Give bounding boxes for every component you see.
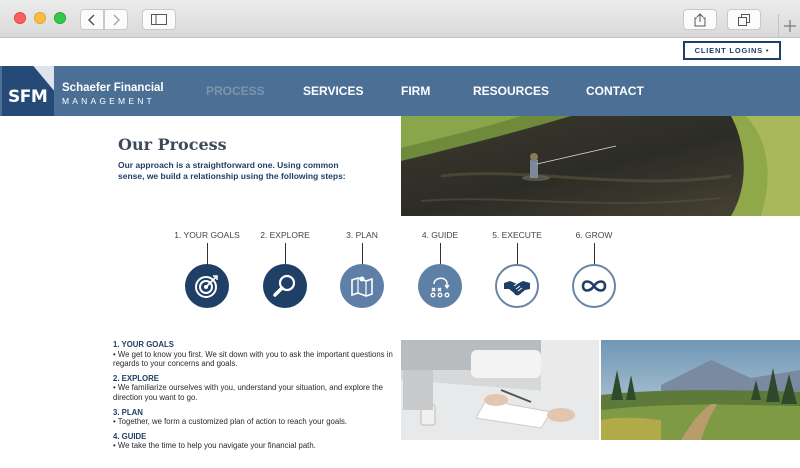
page-title: Our Process <box>118 135 227 154</box>
fly-fishing-photo <box>401 116 800 216</box>
client-logins-button[interactable]: CLIENT LOGINS • <box>683 41 781 60</box>
step-label-explore: 2. EXPLORE <box>260 230 310 240</box>
step-label-execute: 5. EXECUTE <box>492 230 542 240</box>
nav-firm[interactable]: FIRM <box>401 84 430 98</box>
forward-button[interactable] <box>104 9 128 30</box>
process-details: 1. YOUR GOALS • We get to know you first… <box>113 340 393 456</box>
tabs-button[interactable] <box>727 9 761 30</box>
nav-services[interactable]: SERVICES <box>303 84 363 98</box>
step-label-grow: 6. GROW <box>575 230 613 240</box>
chevron-left-icon <box>87 13 95 26</box>
detail-goals: 1. YOUR GOALS • We get to know you first… <box>113 340 393 369</box>
step-connector <box>207 243 208 265</box>
nav-resources[interactable]: RESOURCES <box>473 84 549 98</box>
share-icon <box>694 12 706 26</box>
detail-heading: 4. GUIDE <box>113 431 147 441</box>
step-goals-button[interactable] <box>185 264 229 308</box>
chevron-right-icon <box>113 13 121 26</box>
browser-toolbar <box>0 0 800 38</box>
detail-heading: 2. EXPLORE <box>113 373 159 383</box>
map-icon <box>351 276 373 297</box>
share-button[interactable] <box>683 9 717 30</box>
step-connector <box>285 243 286 265</box>
target-icon <box>195 275 218 298</box>
mountain-trail-photo <box>601 340 800 440</box>
step-execute-button[interactable] <box>495 264 539 308</box>
minimize-window-button[interactable] <box>34 12 46 24</box>
new-tab-button[interactable] <box>778 14 800 38</box>
step-plan-button[interactable] <box>340 264 384 308</box>
detail-heading: 1. YOUR GOALS <box>113 340 174 349</box>
sidebar-button[interactable] <box>142 9 176 30</box>
step-connector <box>517 243 518 265</box>
step-connector <box>440 243 441 265</box>
meeting-photo <box>401 340 599 440</box>
step-label-goals: 1. YOUR GOALS <box>174 230 240 240</box>
detail-explore: 2. EXPLORE • We familiarize ourselves wi… <box>113 374 393 403</box>
detail-plan: 3. PLAN • Together, we form a customized… <box>113 408 393 427</box>
detail-text: • Together, we form a customized plan of… <box>113 417 348 427</box>
sfm-logo[interactable]: SFM <box>2 66 54 116</box>
brand-name[interactable]: Schaefer Financial <box>62 82 164 94</box>
step-label-guide: 4. GUIDE <box>421 230 459 240</box>
detail-text: • We get to know you first. We sit down … <box>113 349 393 369</box>
detail-text: • We take the time to help you navigate … <box>113 441 316 451</box>
handshake-icon <box>504 281 530 296</box>
nav-process[interactable]: PROCESS <box>206 84 265 98</box>
close-window-button[interactable] <box>14 12 26 24</box>
sidebar-icon <box>151 14 167 25</box>
detail-guide: 4. GUIDE • We take the time to help you … <box>113 432 393 451</box>
brand-subtitle: MANAGEMENT <box>62 96 155 106</box>
playbook-icon <box>430 277 450 298</box>
step-guide-button[interactable] <box>418 264 462 308</box>
detail-heading: 3. PLAN <box>113 407 143 417</box>
tabs-overview-icon <box>738 13 750 26</box>
intro-text: Our approach is a straightforward one. U… <box>118 160 346 181</box>
step-connector <box>594 243 595 265</box>
step-label-plan: 3. PLAN <box>346 230 378 240</box>
back-button[interactable] <box>80 9 104 30</box>
infinity-icon <box>581 280 607 292</box>
step-explore-button[interactable] <box>263 264 307 308</box>
step-connector <box>362 243 363 265</box>
zoom-window-button[interactable] <box>54 12 66 24</box>
magnifier-icon <box>273 274 296 297</box>
logo-mark: SFM <box>8 87 48 107</box>
nav-contact[interactable]: CONTACT <box>586 84 644 98</box>
step-grow-button[interactable] <box>572 264 616 308</box>
plus-icon <box>783 20 796 32</box>
detail-text: • We familiarize ourselves with you, und… <box>113 383 383 402</box>
